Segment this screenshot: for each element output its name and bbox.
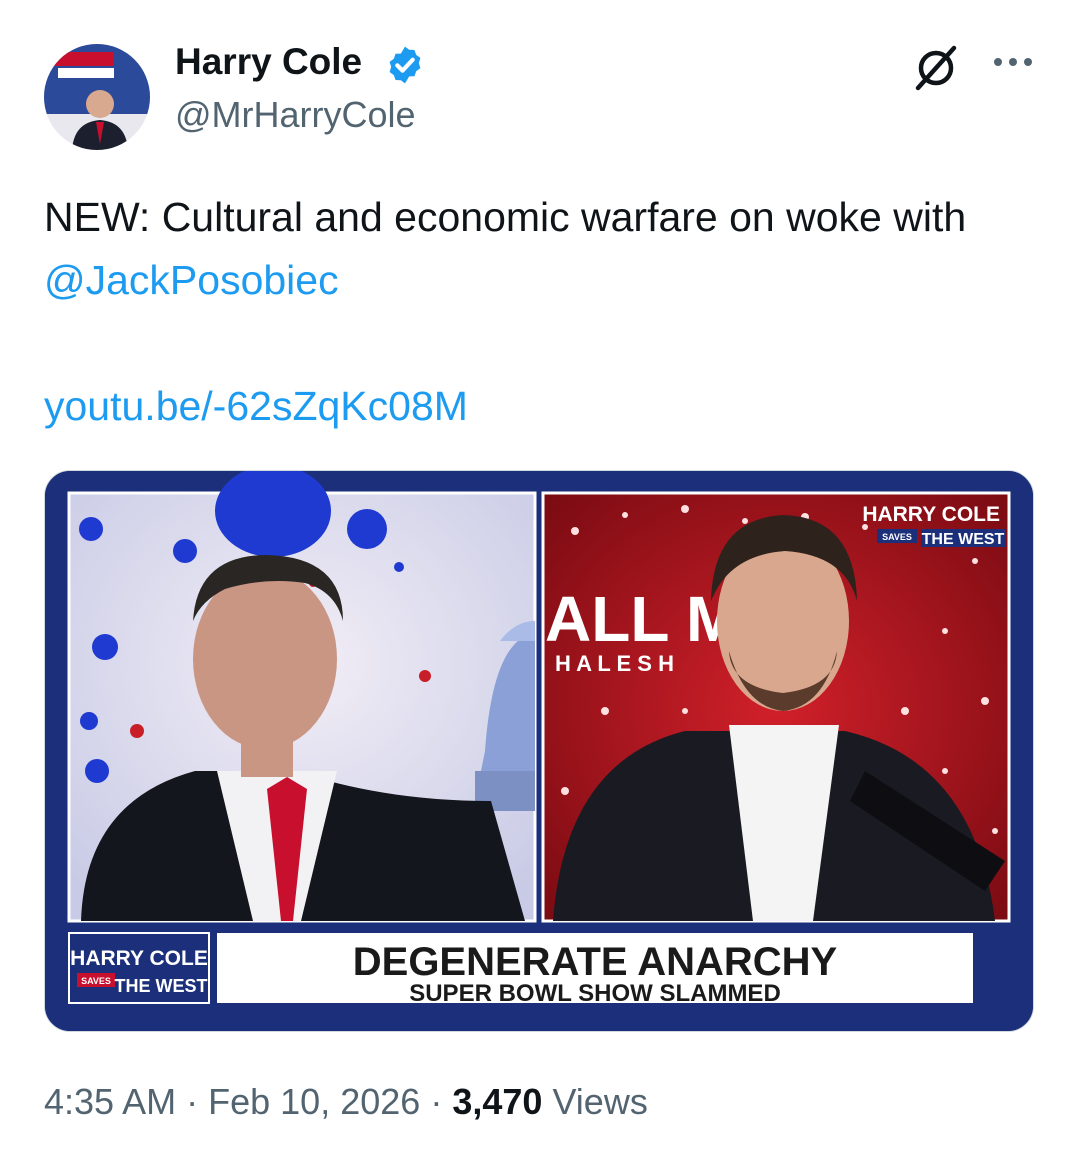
top-right-logo: HARRY COLE SAVES THE WEST	[862, 503, 1005, 548]
youtube-link[interactable]: youtu.be/-62sZqKc08M	[44, 380, 468, 432]
views-count: 3,470	[452, 1081, 543, 1122]
svg-text:HARRY COLE: HARRY COLE	[70, 947, 208, 970]
author-display-name[interactable]: Harry Cole	[175, 40, 362, 84]
mention-link[interactable]: @JackPosobiec	[44, 257, 339, 303]
svg-text:HARRY COLE: HARRY COLE	[862, 503, 1000, 526]
meta-separator: ·	[430, 1081, 443, 1122]
tweet-meta: 4:35 AM · Feb 10, 2026 · 3,470 Views	[44, 1080, 648, 1124]
views-label: Views	[552, 1081, 648, 1122]
more-options-icon[interactable]	[992, 52, 1034, 72]
svg-text:THE WEST: THE WEST	[922, 531, 1005, 548]
avatar[interactable]	[44, 44, 150, 150]
meta-separator: ·	[186, 1081, 199, 1122]
background-sign-sub: H A L E S H	[555, 651, 674, 676]
tweet-date[interactable]: Feb 10, 2026	[208, 1081, 420, 1122]
tweet-body: NEW: Cultural and economic warfare on wo…	[44, 194, 967, 240]
subheadline: SUPER BOWL SHOW SLAMMED	[409, 980, 781, 1007]
tweet-text: NEW: Cultural and economic warfare on wo…	[44, 186, 1034, 312]
svg-text:SAVES: SAVES	[882, 532, 912, 542]
svg-text:SAVES: SAVES	[81, 976, 111, 986]
grok-icon[interactable]	[912, 42, 962, 92]
svg-text:THE WEST: THE WEST	[115, 976, 208, 996]
tweet-time[interactable]: 4:35 AM	[44, 1081, 176, 1122]
author-handle[interactable]: @MrHarryCole	[175, 94, 416, 136]
headline: DEGENERATE ANARCHY	[353, 940, 838, 984]
verified-badge-icon	[384, 44, 426, 86]
video-thumbnail[interactable]: ALL MERI H A L E S H HARRY COLE SAVES TH…	[44, 470, 1034, 1032]
